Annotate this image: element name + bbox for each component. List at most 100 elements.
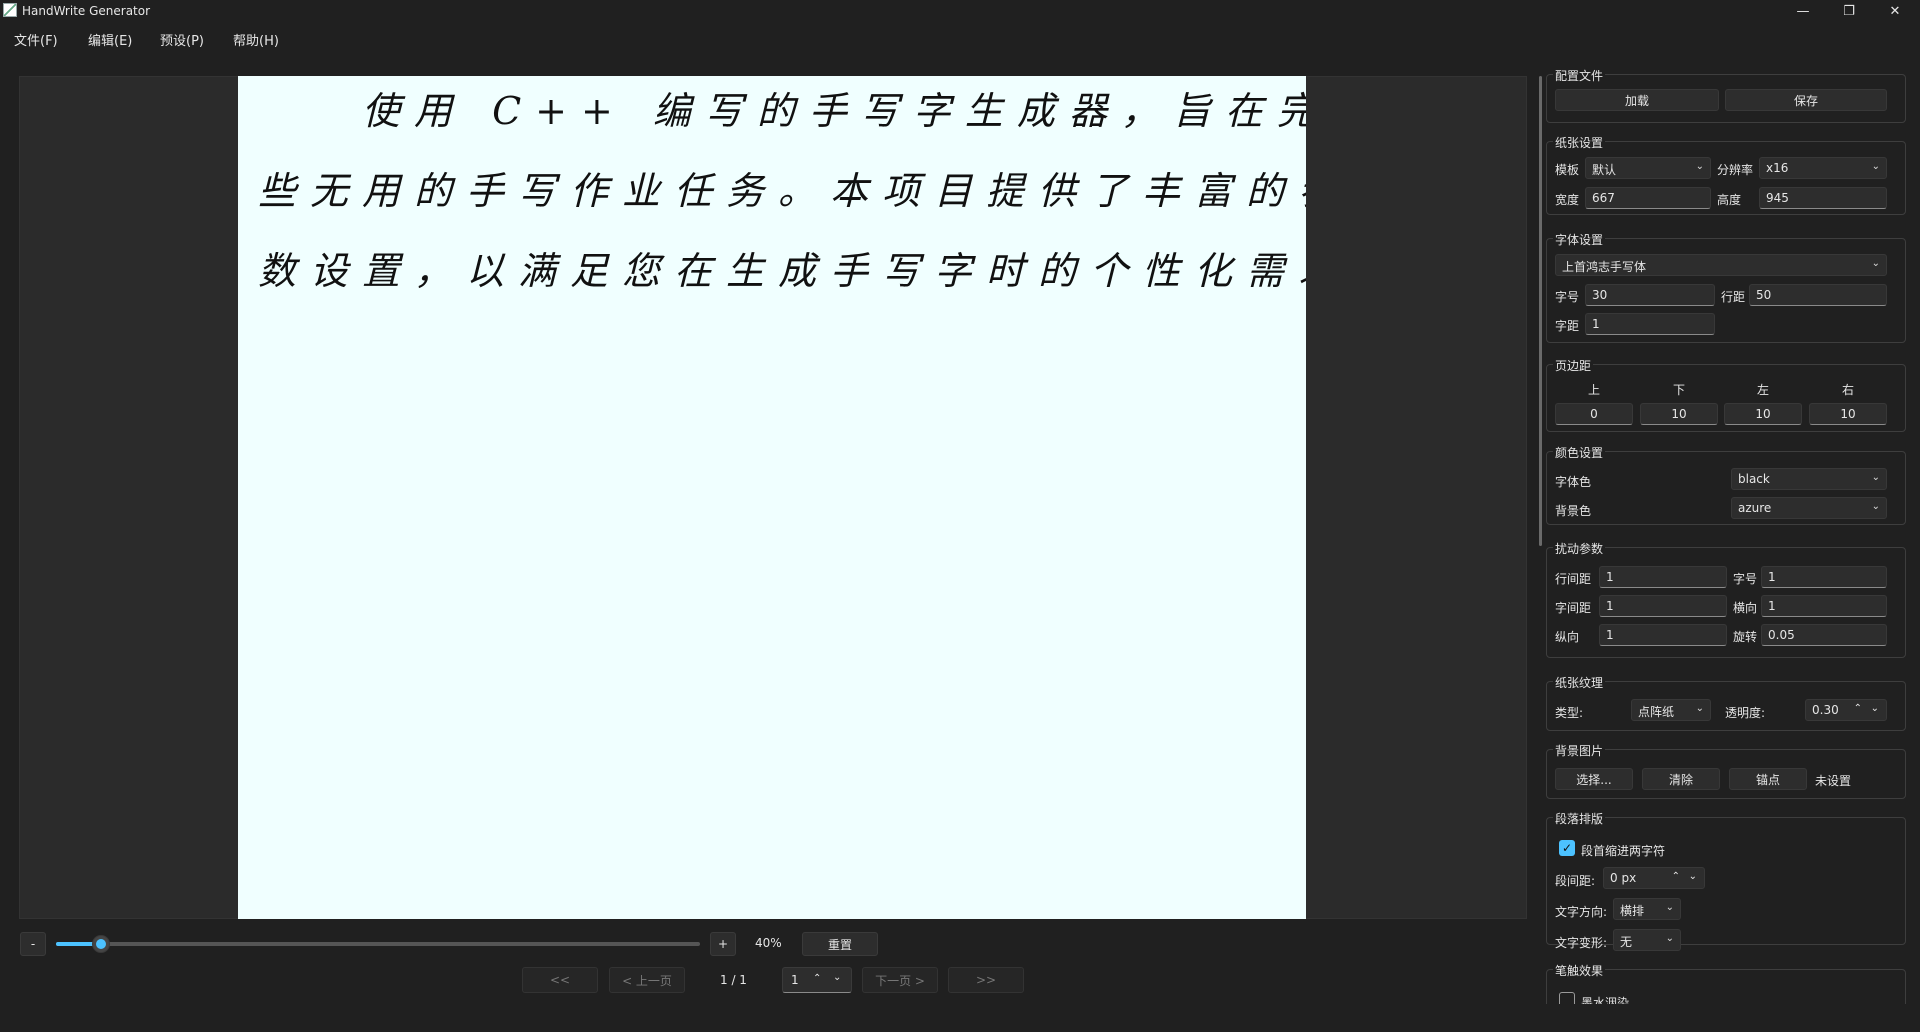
group-texture: 纸张纹理 类型: 点阵纸 ⌄ 透明度: 0.30 ⌃ ⌄ bbox=[1546, 674, 1906, 731]
close-icon[interactable]: ✕ bbox=[1872, 0, 1918, 22]
chevron-down-icon: ⌄ bbox=[1871, 501, 1880, 512]
group-colors: 颜色设置 字体色 black ⌄ 背景色 azure ⌄ bbox=[1546, 444, 1906, 525]
jitter-vertical-input[interactable]: 1 bbox=[1599, 624, 1727, 646]
group-title: 纸张设置 bbox=[1553, 134, 1606, 151]
group-paper: 纸张设置 模板 默认 ⌄ 分辨率 x16 ⌄ 宽度 667 高度 945 bbox=[1546, 134, 1906, 215]
template-select[interactable]: 默认 ⌄ bbox=[1585, 157, 1711, 179]
margin-top-input[interactable]: 0 bbox=[1555, 403, 1633, 425]
margin-left-input[interactable]: 10 bbox=[1724, 403, 1802, 425]
font-color-select[interactable]: black ⌄ bbox=[1731, 468, 1887, 490]
load-profile-button[interactable]: 加载 bbox=[1555, 89, 1719, 111]
jitter-char-gap-input[interactable]: 1 bbox=[1599, 595, 1727, 617]
group-title: 配置文件 bbox=[1553, 67, 1606, 84]
chevron-down-icon: ⌄ bbox=[1695, 161, 1704, 172]
bg-image-status: 未设置 bbox=[1815, 774, 1852, 788]
menu-file[interactable]: 文件(F) bbox=[14, 30, 58, 49]
page-count: 1 / 1 bbox=[720, 973, 747, 987]
paper-preview[interactable]: 使用 C++ 编写的手写字生成器，旨在完成一 些无用的手写作业任务。本项目提供了… bbox=[238, 76, 1306, 919]
group-margins: 页边距 上 下 左 右 0 10 10 10 bbox=[1546, 357, 1906, 432]
group-title: 纸张纹理 bbox=[1553, 674, 1606, 691]
texture-opacity-label: 透明度: bbox=[1725, 706, 1766, 720]
resolution-label: 分辨率 bbox=[1717, 163, 1754, 177]
group-profile: 配置文件 加载 保存 bbox=[1546, 67, 1906, 123]
chevron-down-icon: ⌄ bbox=[1871, 472, 1880, 483]
first-page-button[interactable]: << bbox=[522, 967, 598, 993]
chevron-down-icon: ⌄ bbox=[1695, 703, 1704, 714]
group-title: 扰动参数 bbox=[1553, 540, 1606, 557]
chevron-up-icon[interactable]: ⌃ bbox=[1672, 871, 1680, 882]
font-family-select[interactable]: 上首鸿志手写体 ⌄ bbox=[1555, 254, 1887, 276]
chevron-down-icon[interactable]: ⌄ bbox=[833, 972, 841, 983]
group-stroke: 笔触效果 墨水洇染 bbox=[1546, 962, 1906, 1004]
handwritten-line: 使用 C++ 编写的手写字生成器，旨在完成一 bbox=[362, 89, 1306, 133]
app-pen-icon bbox=[3, 3, 17, 17]
jitter-size-input[interactable]: 1 bbox=[1761, 566, 1887, 588]
anchor-button[interactable]: 锚点 bbox=[1729, 768, 1807, 790]
chevron-down-icon[interactable]: ⌄ bbox=[1689, 871, 1697, 882]
zoom-slider[interactable] bbox=[56, 942, 700, 946]
prev-page-button[interactable]: < 上一页 bbox=[609, 967, 685, 993]
jitter-vertical-label: 纵向 bbox=[1555, 630, 1580, 644]
handwritten-line: 些无用的手写作业任务。本项目提供了丰富的参 bbox=[258, 169, 1306, 213]
width-input[interactable]: 667 bbox=[1585, 187, 1711, 209]
jitter-line-gap-label: 行间距 bbox=[1555, 572, 1592, 586]
title-bar: HandWrite Generator — ❐ ✕ bbox=[0, 0, 1920, 22]
margin-bottom-label: 下 bbox=[1672, 383, 1685, 397]
margin-left-label: 左 bbox=[1756, 383, 1769, 397]
next-page-button[interactable]: 下一页 > bbox=[862, 967, 938, 993]
chevron-down-icon: ⌄ bbox=[1665, 933, 1674, 944]
chevron-up-icon[interactable]: ⌃ bbox=[813, 973, 821, 984]
bg-color-value: azure bbox=[1738, 501, 1772, 515]
texture-opacity-spinbox[interactable]: 0.30 ⌃ ⌄ bbox=[1805, 699, 1887, 721]
group-title: 字体设置 bbox=[1553, 231, 1606, 248]
line-spacing-input[interactable]: 50 bbox=[1749, 284, 1887, 306]
menu-bar: 文件(F) 编辑(E) 预设(P) 帮助(H) bbox=[0, 24, 1920, 50]
menu-presets[interactable]: 预设(P) bbox=[160, 30, 204, 49]
menu-help[interactable]: 帮助(H) bbox=[233, 30, 279, 49]
restore-icon[interactable]: ❐ bbox=[1826, 0, 1872, 22]
height-input[interactable]: 945 bbox=[1759, 187, 1887, 209]
margin-right-input[interactable]: 10 bbox=[1809, 403, 1887, 425]
zoom-in-button[interactable]: + bbox=[710, 932, 736, 956]
group-title: 背景图片 bbox=[1553, 742, 1606, 759]
jitter-line-gap-input[interactable]: 1 bbox=[1599, 566, 1727, 588]
zoom-reset-button[interactable]: 重置 bbox=[802, 932, 878, 956]
zoom-level: 40% bbox=[755, 936, 782, 950]
chevron-up-icon[interactable]: ⌃ bbox=[1854, 703, 1862, 714]
texture-type-label: 类型: bbox=[1555, 706, 1584, 720]
clear-image-button[interactable]: 清除 bbox=[1642, 768, 1720, 790]
texture-type-select[interactable]: 点阵纸 ⌄ bbox=[1631, 699, 1711, 721]
minimize-icon[interactable]: — bbox=[1780, 0, 1826, 22]
zoom-out-button[interactable]: - bbox=[20, 932, 46, 956]
margin-bottom-input[interactable]: 10 bbox=[1640, 403, 1718, 425]
last-page-button[interactable]: >> bbox=[948, 967, 1024, 993]
height-label: 高度 bbox=[1717, 193, 1742, 207]
char-spacing-input[interactable]: 1 bbox=[1585, 313, 1715, 335]
indent-checkbox[interactable]: ✓ bbox=[1559, 840, 1575, 856]
font-size-label: 字号 bbox=[1555, 290, 1580, 304]
font-color-value: black bbox=[1738, 472, 1770, 486]
choose-image-button[interactable]: 选择... bbox=[1555, 768, 1633, 790]
ink-checkbox[interactable] bbox=[1559, 992, 1575, 1004]
save-profile-button[interactable]: 保存 bbox=[1725, 89, 1887, 111]
resolution-select[interactable]: x16 ⌄ bbox=[1759, 157, 1887, 179]
text-transform-select[interactable]: 无 ⌄ bbox=[1613, 929, 1681, 951]
bg-color-select[interactable]: azure ⌄ bbox=[1731, 497, 1887, 519]
bg-color-label: 背景色 bbox=[1555, 504, 1592, 518]
zoom-slider-thumb[interactable] bbox=[93, 936, 110, 952]
chevron-down-icon: ⌄ bbox=[1871, 161, 1880, 172]
page-number-spinbox[interactable]: 1 ⌃ ⌄ bbox=[782, 967, 852, 993]
para-spacing-value: 0 px bbox=[1610, 871, 1637, 885]
jitter-rotation-label: 旋转 bbox=[1733, 630, 1758, 644]
menu-edit[interactable]: 编辑(E) bbox=[88, 30, 132, 49]
chevron-down-icon[interactable]: ⌄ bbox=[1871, 703, 1879, 714]
para-spacing-spinbox[interactable]: 0 px ⌃ ⌄ bbox=[1603, 867, 1705, 889]
text-direction-select[interactable]: 横排 ⌄ bbox=[1613, 898, 1681, 920]
font-size-input[interactable]: 30 bbox=[1585, 284, 1715, 306]
group-font: 字体设置 上首鸿志手写体 ⌄ 字号 30 行距 50 字距 1 bbox=[1546, 231, 1906, 343]
text-transform-label: 文字变形: bbox=[1555, 936, 1608, 950]
texture-type-value: 点阵纸 bbox=[1638, 705, 1675, 719]
jitter-rotation-input[interactable]: 0.05 bbox=[1761, 624, 1887, 646]
jitter-horizontal-input[interactable]: 1 bbox=[1761, 595, 1887, 617]
template-value: 默认 bbox=[1592, 163, 1617, 177]
